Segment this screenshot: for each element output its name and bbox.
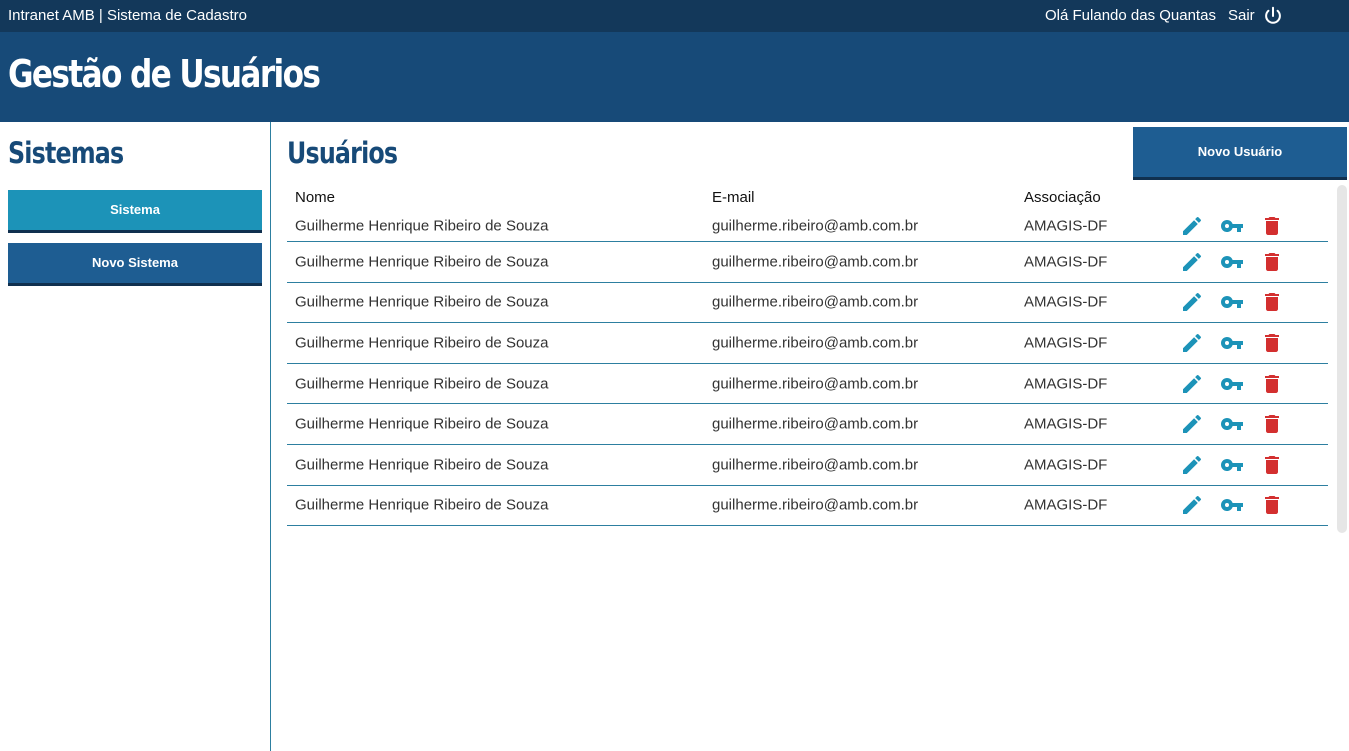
cell-name: Guilherme Henrique Ribeiro de Souza <box>295 253 549 271</box>
pencil-icon[interactable] <box>1180 493 1204 517</box>
key-icon[interactable] <box>1220 493 1244 517</box>
key-icon[interactable] <box>1220 214 1244 238</box>
page-banner: Gestão de Usuários <box>0 32 1349 122</box>
row-actions <box>1180 214 1284 238</box>
cell-email: guilherme.ribeiro@amb.com.br <box>712 253 919 271</box>
table-row: Guilherme Henrique Ribeiro de Souza guil… <box>287 242 1328 283</box>
column-header-name: Nome <box>295 189 336 206</box>
cell-name: Guilherme Henrique Ribeiro de Souza <box>295 217 549 234</box>
user-greeting: Olá Fulando das Quantas <box>1045 7 1216 24</box>
row-actions <box>1180 250 1284 274</box>
row-actions <box>1180 412 1284 436</box>
table-header: Nome E-mail Associação <box>287 182 1328 210</box>
row-actions <box>1180 331 1284 355</box>
row-actions <box>1180 493 1284 517</box>
cell-association: AMAGIS-DF <box>1024 334 1108 352</box>
table-body: Guilherme Henrique Ribeiro de Souza guil… <box>287 210 1328 527</box>
trash-icon[interactable] <box>1260 290 1284 314</box>
cell-email: guilherme.ribeiro@amb.com.br <box>712 415 919 433</box>
key-icon[interactable] <box>1220 412 1244 436</box>
logout-link[interactable]: Sair <box>1228 7 1255 24</box>
pencil-icon[interactable] <box>1180 214 1204 238</box>
cell-name: Guilherme Henrique Ribeiro de Souza <box>295 375 549 393</box>
page-title: Gestão de Usuários <box>8 52 321 96</box>
trash-icon[interactable] <box>1260 493 1284 517</box>
row-actions <box>1180 453 1284 477</box>
section-title: Usuários <box>287 136 398 170</box>
column-header-association: Associação <box>1024 189 1101 206</box>
top-bar: Intranet AMB | Sistema de Cadastro Olá F… <box>0 0 1349 32</box>
cell-name: Guilherme Henrique Ribeiro de Souza <box>295 456 549 474</box>
table-row: Guilherme Henrique Ribeiro de Souza guil… <box>287 283 1328 324</box>
table-row: Guilherme Henrique Ribeiro de Souza guil… <box>287 486 1328 527</box>
table-row: Guilherme Henrique Ribeiro de Souza guil… <box>287 445 1328 486</box>
cell-email: guilherme.ribeiro@amb.com.br <box>712 217 919 234</box>
cell-email: guilherme.ribeiro@amb.com.br <box>712 456 919 474</box>
pencil-icon[interactable] <box>1180 290 1204 314</box>
cell-email: guilherme.ribeiro@amb.com.br <box>712 293 919 311</box>
cell-association: AMAGIS-DF <box>1024 415 1108 433</box>
trash-icon[interactable] <box>1260 372 1284 396</box>
table-row: Guilherme Henrique Ribeiro de Souza guil… <box>287 323 1328 364</box>
key-icon[interactable] <box>1220 372 1244 396</box>
main-content: Usuários Novo Usuário Nome E-mail Associ… <box>271 122 1349 751</box>
trash-icon[interactable] <box>1260 453 1284 477</box>
pencil-icon[interactable] <box>1180 372 1204 396</box>
app-title: Intranet AMB | Sistema de Cadastro <box>8 7 248 24</box>
key-icon[interactable] <box>1220 453 1244 477</box>
cell-association: AMAGIS-DF <box>1024 496 1108 514</box>
cell-email: guilherme.ribeiro@amb.com.br <box>712 334 919 352</box>
key-icon[interactable] <box>1220 290 1244 314</box>
pencil-icon[interactable] <box>1180 412 1204 436</box>
table-row: Guilherme Henrique Ribeiro de Souza guil… <box>287 210 1328 242</box>
cell-association: AMAGIS-DF <box>1024 375 1108 393</box>
cell-name: Guilherme Henrique Ribeiro de Souza <box>295 415 549 433</box>
sidebar-button-sistema[interactable]: Sistema <box>8 190 262 233</box>
cell-name: Guilherme Henrique Ribeiro de Souza <box>295 334 549 352</box>
sidebar-title: Sistemas <box>8 136 124 170</box>
row-actions <box>1180 290 1284 314</box>
column-header-email: E-mail <box>712 189 755 206</box>
scrollbar[interactable] <box>1337 185 1347 533</box>
cell-email: guilherme.ribeiro@amb.com.br <box>712 496 919 514</box>
new-user-button[interactable]: Novo Usuário <box>1133 127 1347 180</box>
cell-association: AMAGIS-DF <box>1024 456 1108 474</box>
sidebar: Sistemas Sistema Novo Sistema <box>0 122 271 751</box>
sidebar-button-novo-sistema[interactable]: Novo Sistema <box>8 243 262 286</box>
users-table: Nome E-mail Associação Guilherme Henriqu… <box>287 182 1328 527</box>
pencil-icon[interactable] <box>1180 331 1204 355</box>
trash-icon[interactable] <box>1260 214 1284 238</box>
cell-name: Guilherme Henrique Ribeiro de Souza <box>295 293 549 311</box>
trash-icon[interactable] <box>1260 250 1284 274</box>
table-row: Guilherme Henrique Ribeiro de Souza guil… <box>287 404 1328 445</box>
key-icon[interactable] <box>1220 331 1244 355</box>
pencil-icon[interactable] <box>1180 453 1204 477</box>
cell-name: Guilherme Henrique Ribeiro de Souza <box>295 496 549 514</box>
trash-icon[interactable] <box>1260 412 1284 436</box>
key-icon[interactable] <box>1220 250 1244 274</box>
cell-email: guilherme.ribeiro@amb.com.br <box>712 375 919 393</box>
power-icon[interactable] <box>1262 5 1284 27</box>
cell-association: AMAGIS-DF <box>1024 293 1108 311</box>
cell-association: AMAGIS-DF <box>1024 253 1108 271</box>
table-row: Guilherme Henrique Ribeiro de Souza guil… <box>287 364 1328 405</box>
row-actions <box>1180 372 1284 396</box>
trash-icon[interactable] <box>1260 331 1284 355</box>
pencil-icon[interactable] <box>1180 250 1204 274</box>
cell-association: AMAGIS-DF <box>1024 217 1108 234</box>
